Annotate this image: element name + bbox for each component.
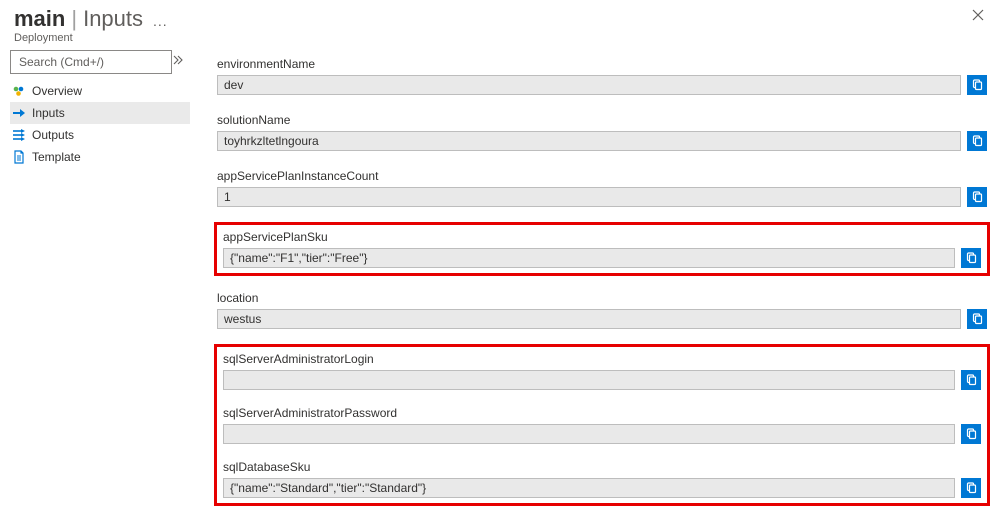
field-sqlDatabaseSku: sqlDatabaseSku {"name":"Standard","tier"… xyxy=(217,457,987,501)
sidebar-item-outputs[interactable]: Outputs xyxy=(10,124,190,146)
field-label: appServicePlanSku xyxy=(220,230,984,244)
field-value[interactable]: toyhrkzltetlngoura xyxy=(217,131,961,151)
field-value[interactable] xyxy=(223,370,955,390)
close-icon xyxy=(972,9,984,21)
field-environmentName: environmentName dev xyxy=(214,54,990,98)
chevron-double-left-icon xyxy=(172,54,184,66)
field-sqlServerAdministratorPassword: sqlServerAdministratorPassword xyxy=(217,403,987,447)
copy-button[interactable] xyxy=(967,131,987,151)
field-appServicePlanSku: appServicePlanSku {"name":"F1","tier":"F… xyxy=(217,227,987,271)
field-label: location xyxy=(217,291,987,305)
field-label: sqlServerAdministratorLogin xyxy=(220,352,984,366)
close-button[interactable] xyxy=(966,6,990,26)
copy-icon xyxy=(971,79,983,91)
sidebar-item-inputs[interactable]: Inputs xyxy=(10,102,190,124)
field-solutionName: solutionName toyhrkzltetlngoura xyxy=(214,110,990,154)
copy-button[interactable] xyxy=(961,424,981,444)
field-value[interactable] xyxy=(223,424,955,444)
field-value[interactable]: {"name":"Standard","tier":"Standard"} xyxy=(223,478,955,498)
field-sqlServerAdministratorLogin: sqlServerAdministratorLogin xyxy=(217,349,987,393)
sidebar-item-label: Outputs xyxy=(32,128,186,142)
field-location: location westus xyxy=(214,288,990,332)
copy-button[interactable] xyxy=(961,370,981,390)
sidebar-search[interactable] xyxy=(10,50,172,74)
header-subtitle: Deployment xyxy=(14,32,986,44)
field-appServicePlanInstanceCount: appServicePlanInstanceCount 1 xyxy=(214,166,990,210)
field-label: appServicePlanInstanceCount xyxy=(217,169,987,183)
sidebar: Overview Inputs Outputs xyxy=(10,48,190,515)
copy-icon xyxy=(965,252,977,264)
copy-button[interactable] xyxy=(967,187,987,207)
highlight-group-2: sqlServerAdministratorLogin sqlServerAdm… xyxy=(214,344,990,506)
header-title-sub: Inputs xyxy=(83,6,143,32)
copy-button[interactable] xyxy=(961,478,981,498)
header-title-main: main xyxy=(14,6,65,32)
field-label: sqlServerAdministratorPassword xyxy=(220,406,984,420)
field-value[interactable]: {"name":"F1","tier":"Free"} xyxy=(223,248,955,268)
copy-icon xyxy=(971,135,983,147)
sidebar-search-input[interactable] xyxy=(17,54,176,70)
header-more-button[interactable]: ... xyxy=(149,13,168,29)
field-value[interactable]: westus xyxy=(217,309,961,329)
copy-icon xyxy=(965,428,977,440)
copy-button[interactable] xyxy=(961,248,981,268)
sidebar-item-template[interactable]: Template xyxy=(10,146,190,168)
sidebar-item-label: Overview xyxy=(32,84,186,98)
field-label: solutionName xyxy=(217,113,987,127)
inputs-icon xyxy=(12,106,26,120)
field-value[interactable]: 1 xyxy=(217,187,961,207)
copy-icon xyxy=(971,313,983,325)
overview-icon xyxy=(12,84,26,98)
sidebar-item-label: Template xyxy=(32,150,186,164)
blade-header: main | Inputs ... Deployment xyxy=(0,0,1000,48)
outputs-icon xyxy=(12,128,26,142)
sidebar-item-label: Inputs xyxy=(32,106,186,120)
copy-button[interactable] xyxy=(967,309,987,329)
header-title-separator: | xyxy=(71,6,77,32)
sidebar-collapse-button[interactable] xyxy=(172,54,184,69)
copy-button[interactable] xyxy=(967,75,987,95)
sidebar-item-overview[interactable]: Overview xyxy=(10,80,190,102)
copy-icon xyxy=(971,191,983,203)
copy-icon xyxy=(965,482,977,494)
inputs-panel: environmentName dev solutionName toyhrkz… xyxy=(190,48,1000,515)
template-icon xyxy=(12,150,26,164)
field-value[interactable]: dev xyxy=(217,75,961,95)
copy-icon xyxy=(965,374,977,386)
field-label: sqlDatabaseSku xyxy=(220,460,984,474)
highlight-group-1: appServicePlanSku {"name":"F1","tier":"F… xyxy=(214,222,990,276)
field-label: environmentName xyxy=(217,57,987,71)
